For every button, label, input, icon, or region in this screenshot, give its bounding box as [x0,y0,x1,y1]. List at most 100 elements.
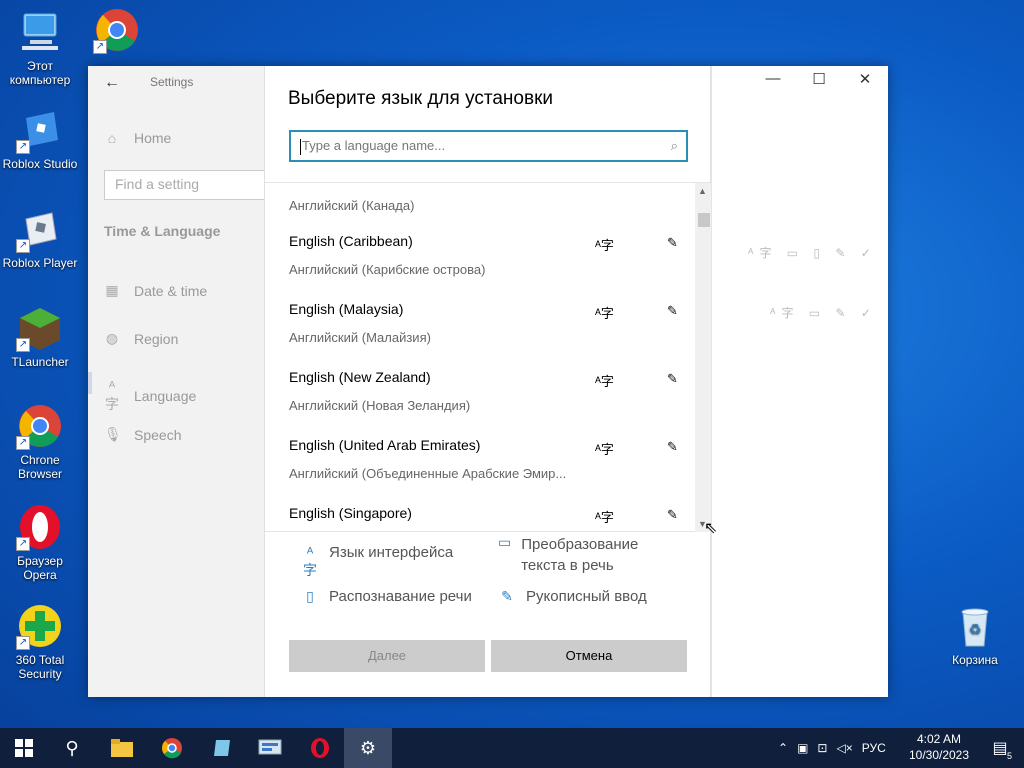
notification-count: 5 [1006,751,1012,761]
back-arrow-icon[interactable]: ← [104,74,120,92]
language-native-name: Английский (Канада) [289,198,415,213]
desktop-icon-this-pc[interactable]: Этот компьютер [0,8,80,87]
dialog-title: Выберите язык для установки [288,88,553,109]
list-item[interactable]: English (New Zealand) Английский (Новая … [289,369,689,413]
list-item[interactable]: English (Singapore) ᴬ字 ✎ [289,505,689,525]
nav-language[interactable]: ᴬ字 Language [104,378,196,414]
search-button[interactable]: ⚲ [48,728,96,768]
language-native-name: Английский (Карибские острова) [289,262,486,277]
nav-date-time-label: Date & time [134,282,208,299]
taskbar-control-panel[interactable] [246,728,294,768]
list-item[interactable]: English (Malaysia) Английский (Малайзия)… [289,301,689,345]
microphone-icon: ▯ [306,588,314,604]
shortcut-arrow-icon: ↗ [93,40,107,54]
taskbar-opera[interactable] [296,728,344,768]
taskbar: ⚲ ⚙ ⌃ ▣ ⊡ ◁× РУС 4:02 AM 10/30/2023 ▤ 5 [0,728,1024,768]
computer-icon [16,8,64,56]
taskbar-file-explorer[interactable] [98,728,146,768]
settings-sidebar: ← Settings ⌂ Home Find a setting Time & … [88,66,304,697]
desktop-icon-label: Браузер Opera [17,554,63,582]
maximize-button[interactable]: ☐ [799,70,839,88]
display-language-icon: ᴬ字 [595,442,614,457]
language-install-dialog: Выберите язык для установки Type a langu… [264,66,712,697]
display-language-icon: ᴬ字 [595,374,614,389]
language-icon: ᴬ字 [105,378,119,412]
network-icon[interactable]: ⊡ [817,741,827,755]
nav-speech[interactable]: 🎙 Speech [104,426,181,443]
language-list: Английский (Канада) English (Caribbean) … [265,182,712,532]
shortcut-arrow-icon: ↗ [16,636,30,650]
language-search-input[interactable]: Type a language name... ⌕ [289,130,688,162]
handwriting-icon: ✎ [667,439,678,454]
nav-home-label: Home [134,130,172,146]
system-tray: ⌃ ▣ ⊡ ◁× РУС [778,728,886,768]
cancel-button[interactable]: Отмена [491,640,687,672]
volume-muted-icon[interactable]: ◁× [836,741,852,755]
chevron-up-icon[interactable]: ⌃ [778,741,788,755]
language-search-placeholder: Type a language name... [302,138,446,153]
security-icon[interactable]: ▣ [797,741,808,755]
globe-icon: ◍ [105,330,119,346]
text-to-speech-icon: ▭ [498,534,512,550]
feature-handwriting: ✎ Рукописный ввод [498,588,647,605]
feature-label: Преобразование текста в речь [521,536,639,574]
minimize-button[interactable]: — [753,70,793,87]
next-button[interactable]: Далее [289,640,485,672]
list-item[interactable]: Английский (Канада) [289,183,689,213]
shortcut-arrow-icon: ↗ [16,140,30,154]
mouse-cursor-icon: ⇖ [704,520,718,537]
control-panel-icon [258,739,282,755]
language-name: English (United Arab Emirates) [289,437,481,453]
scroll-up-icon[interactable]: ▲ [698,186,707,196]
search-icon: ⚲ [65,737,79,758]
close-button[interactable]: ✕ [845,70,885,88]
desktop-icon-roblox-player[interactable]: ↗ Roblox Player [0,205,80,270]
handwriting-icon: ✎ [667,507,678,522]
roblox-player-icon: ↗ [16,205,64,253]
feature-label: Рукописный ввод [526,588,647,605]
desktop-icon-roblox-studio[interactable]: ↗ Roblox Studio [0,106,80,171]
desktop-icon-label: Roblox Studio [2,157,78,171]
microphone-icon: 🎙 [104,426,122,442]
taskbar-app[interactable] [198,728,246,768]
language-list-scrollbar[interactable]: ▲ ▼ [695,183,711,532]
nav-region[interactable]: ◍ Region [104,330,178,347]
desktop-icon-recycle-bin[interactable]: ♻ Корзина [935,602,1015,667]
chrome-icon: ↗ [93,6,141,54]
section-title: Time & Language [104,223,221,239]
start-button[interactable] [0,728,48,768]
taskbar-clock[interactable]: 4:02 AM 10/30/2023 [906,731,972,763]
notification-center-button[interactable]: ▤ 5 [976,728,1024,768]
nav-home[interactable]: ⌂ Home [104,130,172,146]
search-icon: ⌕ [670,138,678,153]
desktop-icon-opera[interactable]: ↗ Браузер Opera [0,503,80,582]
language-name: English (Malaysia) [289,301,404,317]
display-language-icon: ᴬ字 [595,510,614,525]
scroll-thumb[interactable] [698,213,710,227]
desktop-icon-chrone-browser[interactable]: ↗ Chrone Browser [0,402,80,481]
desktop-icon-label: Корзина [952,653,998,667]
shortcut-arrow-icon: ↗ [16,436,30,450]
nav-date-time[interactable]: ▦ Date & time [104,282,207,299]
input-language-indicator[interactable]: РУС [862,741,886,755]
taskbar-chrome[interactable] [148,728,196,768]
roblox-studio-icon: ↗ [16,106,64,154]
language-name: English (New Zealand) [289,369,431,385]
language-features-icons: ᴬ字 ▭ ✎ ✓ [770,306,877,320]
list-item[interactable]: English (Caribbean) Английский (Карибски… [289,233,689,277]
handwriting-icon: ✎ [667,303,678,318]
chrome-icon: ↗ [16,402,64,450]
shortcut-arrow-icon: ↗ [16,338,30,352]
desktop-icon-360-security[interactable]: ↗ 360 Total Security [0,602,80,681]
app-icon [214,740,230,756]
recycle-bin-icon: ♻ [951,602,999,650]
desktop-icon-tlauncher[interactable]: ↗ TLauncher [0,304,80,369]
display-language-icon: ᴬ字 [595,306,614,321]
gear-icon: ⚙ [359,737,377,758]
taskbar-settings[interactable]: ⚙ [344,728,392,768]
desktop-icon-internet-shortcut[interactable]: ↗ [77,6,157,57]
windows-logo-icon [15,739,33,757]
desktop-icon-label: 360 Total Security [15,653,65,681]
folder-icon [111,739,133,757]
list-item[interactable]: English (United Arab Emirates) Английски… [289,437,689,481]
